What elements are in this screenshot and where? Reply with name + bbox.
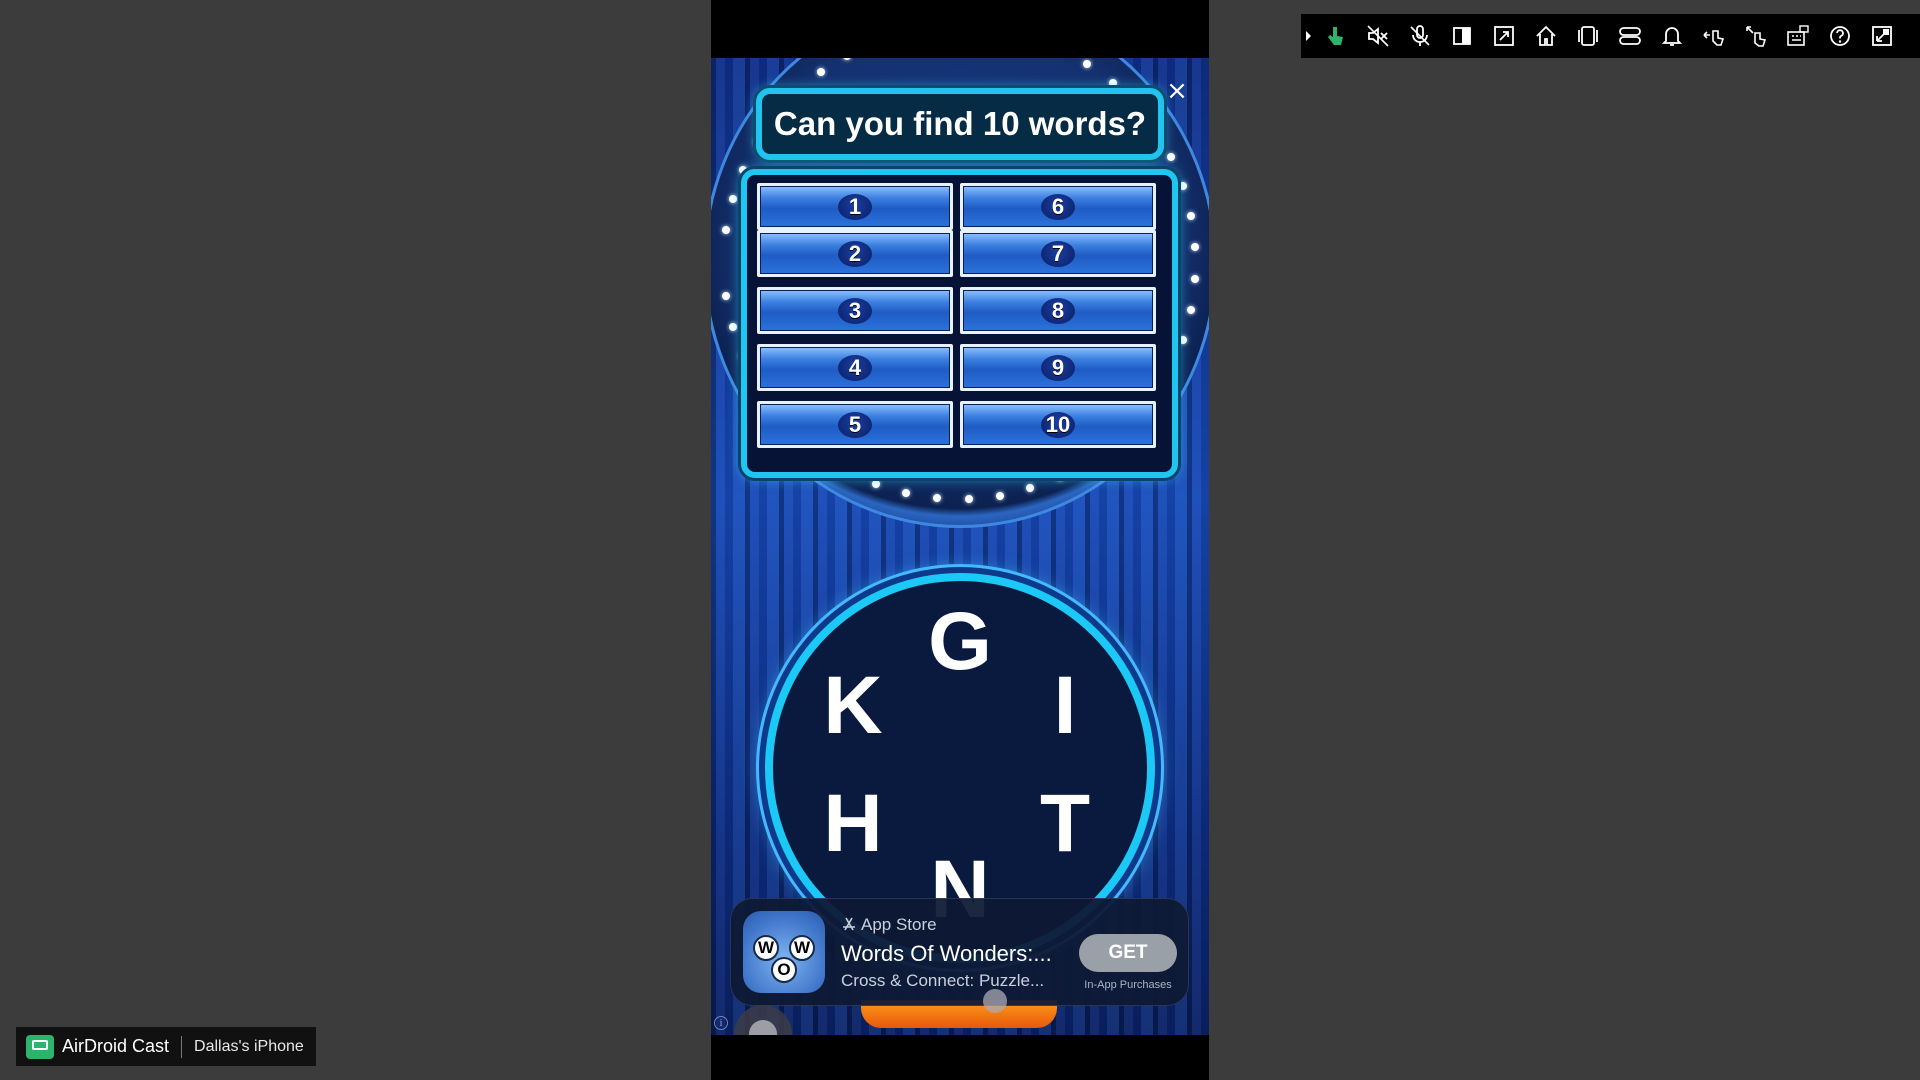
touch-indicator — [983, 989, 1007, 1013]
marquee-bulb — [1108, 79, 1117, 88]
marquee-bulb — [902, 488, 911, 497]
slot-number: 4 — [838, 354, 872, 381]
screenshot-icon[interactable] — [1441, 14, 1483, 58]
marquee-bulb — [728, 322, 737, 331]
marquee-bulb — [1178, 336, 1187, 345]
word-slot[interactable]: 3 — [757, 287, 953, 334]
slot-number: 3 — [838, 297, 872, 324]
get-button[interactable]: GET — [1079, 934, 1177, 972]
marquee-bulb — [1191, 274, 1200, 283]
ad-icon-letter: O — [771, 957, 797, 983]
marquee-bulb — [1187, 305, 1196, 314]
fullscreen-exit-icon[interactable] — [1861, 14, 1903, 58]
word-slot[interactable]: 5 — [757, 401, 953, 448]
slot-number: 10 — [1041, 411, 1075, 438]
slot-number: 2 — [838, 240, 872, 267]
marquee-bulb — [728, 195, 737, 204]
device-name: Dallas's iPhone — [194, 1037, 304, 1055]
word-slot[interactable]: 6 — [960, 183, 1156, 230]
marquee-bulb — [1191, 243, 1200, 252]
word-slot[interactable]: 4 — [757, 344, 953, 391]
marquee-bulb — [933, 493, 942, 502]
mirror-toolbar — [1301, 14, 1920, 58]
ad-app-subtitle: Cross & Connect: Puzzle... — [841, 971, 1045, 990]
phone-mirror-window: Can you find 10 words? × 1 2 3 4 5 6 7 8… — [711, 0, 1209, 1080]
keyboard-mapping-icon[interactable] — [1777, 14, 1819, 58]
letter-tile[interactable]: I — [1025, 665, 1105, 747]
marquee-bulb — [872, 479, 881, 488]
badge-divider — [181, 1035, 183, 1058]
word-slot[interactable]: 7 — [960, 230, 1156, 277]
airdroid-cast-badge: AirDroid Cast Dallas's iPhone — [16, 1027, 316, 1066]
in-app-purchases-label: In-App Purchases — [1084, 979, 1172, 991]
back-gesture-icon[interactable] — [1693, 14, 1735, 58]
airdroid-logo-icon — [26, 1034, 54, 1059]
speaker-mute-icon[interactable] — [1357, 14, 1399, 58]
forward-gesture-icon[interactable] — [1735, 14, 1777, 58]
marquee-bulb — [995, 491, 1004, 500]
ad-app-title: Words Of Wonders:... — [841, 941, 1052, 966]
letter-tile[interactable]: T — [1025, 783, 1105, 865]
marquee-bulb — [1178, 181, 1187, 190]
marquee-bulb — [964, 494, 973, 503]
marquee-bulb — [722, 226, 731, 235]
fit-window-icon[interactable] — [1483, 14, 1525, 58]
close-icon[interactable]: × — [1164, 78, 1190, 104]
app-store-text: App Store — [861, 915, 937, 934]
word-slot[interactable]: 2 — [757, 230, 953, 277]
expand-toolbar-icon[interactable] — [1301, 14, 1315, 58]
word-slot[interactable]: 9 — [960, 344, 1156, 391]
letter-tile[interactable]: K — [813, 665, 893, 747]
app-store-ad-banner[interactable]: W W O App Store Words Of Wonders:... Cro… — [730, 898, 1189, 1006]
marquee-bulb — [1166, 152, 1175, 161]
marquee-bulb — [1187, 212, 1196, 221]
marquee-bulb — [843, 58, 852, 60]
ad-icon-letter: W — [789, 935, 815, 961]
marquee-bulb — [1026, 484, 1035, 493]
slot-number: 5 — [838, 411, 872, 438]
word-slot[interactable]: 8 — [960, 287, 1156, 334]
marquee-bulb — [1083, 60, 1092, 69]
slot-number: 1 — [838, 193, 872, 220]
app-switcher-icon[interactable] — [1567, 14, 1609, 58]
letter-tile[interactable]: G — [920, 601, 1000, 683]
slot-number: 9 — [1041, 354, 1075, 381]
marquee-bulb — [816, 68, 825, 77]
ad-icon-letter: W — [753, 935, 779, 961]
word-board: 1 2 3 4 5 6 7 8 9 10 — [741, 169, 1178, 478]
slot-number: 6 — [1041, 193, 1075, 220]
app-store-label: App Store — [841, 915, 937, 935]
marquee-bulb — [722, 291, 731, 300]
game-title: Can you find 10 words? — [756, 88, 1164, 160]
word-slot[interactable]: 1 — [757, 183, 953, 230]
notification-icon[interactable] — [1651, 14, 1693, 58]
help-icon[interactable] — [1819, 14, 1861, 58]
assistive-touch-button[interactable] — [734, 1005, 792, 1035]
word-slot[interactable]: 10 — [960, 401, 1156, 448]
mic-mute-icon[interactable] — [1399, 14, 1441, 58]
slot-number: 7 — [1041, 240, 1075, 267]
app-store-icon — [843, 917, 855, 931]
ad-app-icon: W W O — [743, 911, 825, 993]
info-icon[interactable]: i — [714, 1016, 728, 1030]
slot-number: 8 — [1041, 297, 1075, 324]
control-center-icon[interactable] — [1609, 14, 1651, 58]
home-icon[interactable] — [1525, 14, 1567, 58]
letter-tile[interactable]: H — [813, 783, 893, 865]
touch-control-icon[interactable] — [1315, 14, 1357, 58]
game-screen: Can you find 10 words? × 1 2 3 4 5 6 7 8… — [711, 58, 1209, 1035]
airdroid-brand: AirDroid Cast — [62, 1036, 170, 1056]
